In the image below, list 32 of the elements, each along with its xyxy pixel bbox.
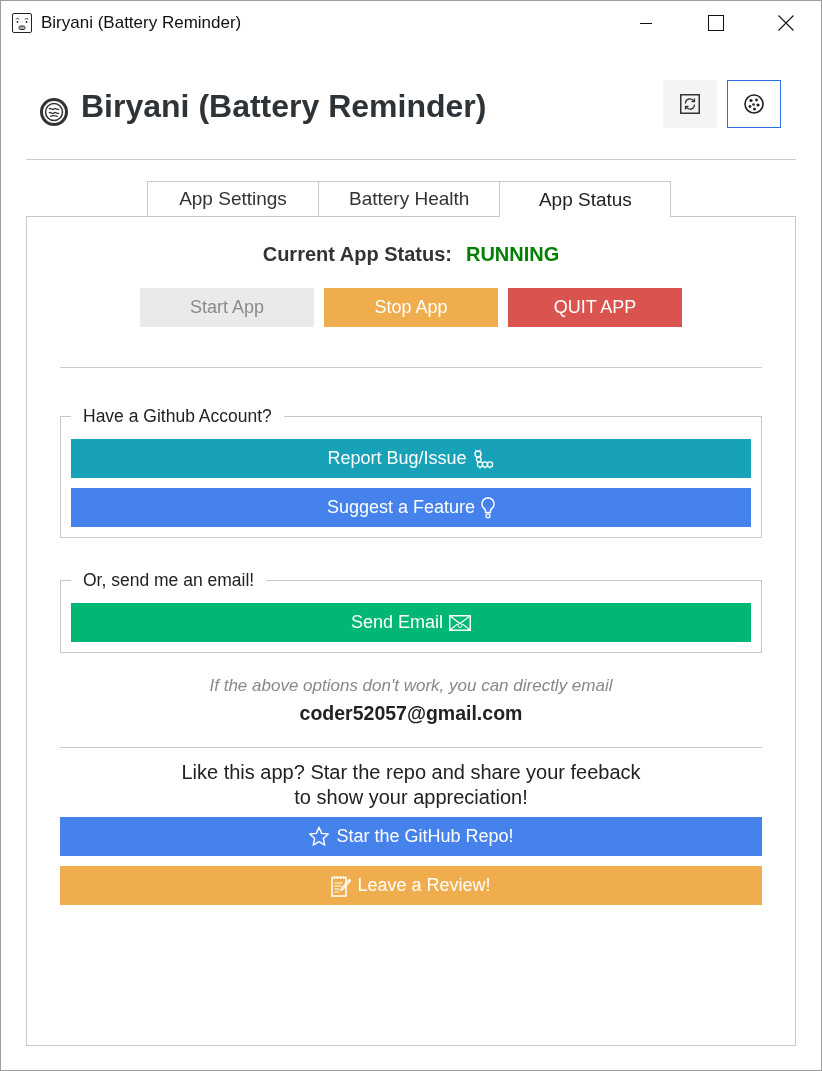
send-email-button[interactable]: Send Email	[71, 603, 751, 642]
palette-icon	[744, 94, 764, 114]
minimize-icon	[640, 22, 652, 24]
refresh-icon	[680, 94, 700, 114]
refresh-button[interactable]	[663, 80, 717, 128]
email-address: coder52057@gmail.com	[298, 701, 524, 725]
window-title: Biryani (Battery Reminder)	[41, 13, 242, 33]
group-legend: Have a Github Account?	[71, 405, 284, 427]
tab[interactable]: App Settings	[147, 181, 319, 216]
app-title: Biryani (Battery Reminder)	[81, 87, 487, 126]
maximize-icon	[708, 15, 724, 31]
quit-button[interactable]: QUIT APP	[508, 288, 682, 327]
report-bug-button[interactable]: Report Bug/Issue	[71, 439, 751, 478]
group-legend: Or, send me an email!	[71, 569, 267, 591]
close-icon	[778, 15, 794, 31]
fallback-note: If the above options don't work, you can directly email	[208, 675, 614, 697]
star-repo-button[interactable]: Star the GitHub Repo!	[60, 817, 762, 856]
status-value: RUNNING	[465, 242, 560, 266]
notepad-icon	[331, 874, 352, 897]
stop-button[interactable]: Stop App	[324, 288, 498, 327]
theme-button[interactable]	[727, 80, 781, 128]
review-button[interactable]: Leave a Review!	[60, 866, 762, 905]
star-icon	[308, 826, 331, 847]
appreciation-message: Like this app? Star the repo and share your feeback to show your appreciation!	[180, 760, 642, 810]
status-label: Current App Status:	[262, 242, 452, 266]
lightbulb-icon	[481, 496, 496, 519]
suggest-feature-button[interactable]: Suggest a Feature	[71, 488, 751, 527]
app-icon	[12, 13, 32, 33]
tab[interactable]: App Status	[499, 181, 672, 217]
envelope-icon	[449, 614, 472, 631]
logo-icon	[40, 98, 68, 126]
caterpillar-icon	[472, 448, 495, 469]
